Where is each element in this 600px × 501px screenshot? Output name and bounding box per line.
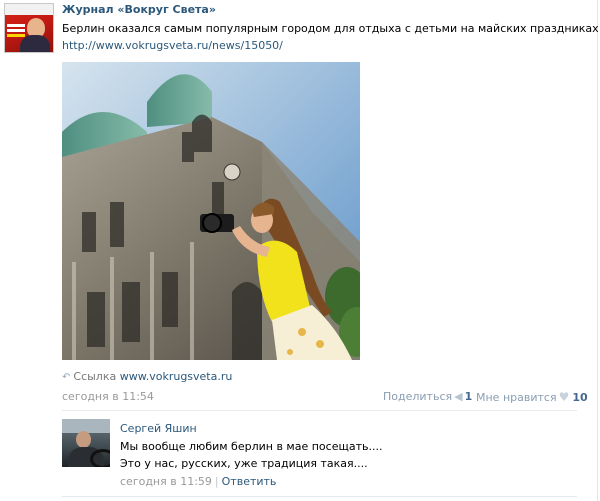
like-button[interactable]: Мне нравится ♥ 10	[476, 390, 588, 404]
like-count: 10	[572, 391, 588, 404]
comment-author-link[interactable]: Сергей Яшин	[120, 422, 197, 435]
commenter-avatar[interactable]	[62, 419, 110, 467]
post-photo[interactable]	[62, 62, 360, 360]
share-label: Поделиться	[383, 390, 453, 403]
comment-divider	[62, 496, 577, 497]
like-label: Мне нравится	[476, 391, 557, 404]
link-arrow-icon: ↶	[62, 372, 71, 383]
comment-timestamp[interactable]: сегодня в 11:59	[120, 475, 212, 488]
heart-icon: ♥	[558, 390, 570, 404]
post-url-link[interactable]: http://www.vokrugsveta.ru/news/15050/	[62, 39, 283, 52]
shared-link-prefix: Ссылка	[73, 370, 117, 383]
berlin-cathedral-photo	[62, 62, 360, 360]
megaphone-icon: ◀	[454, 390, 463, 403]
comment-text-line2: Это у нас, русских, уже традиция такая..…	[120, 457, 368, 470]
group-name-link[interactable]: Журнал «Вокруг Света»	[62, 3, 216, 16]
post-divider	[62, 410, 577, 411]
reply-button[interactable]: Ответить	[222, 475, 277, 488]
share-count: 1	[464, 390, 473, 403]
comment-meta: сегодня в 11:59 | Ответить	[120, 475, 276, 488]
comment-separator: |	[214, 475, 219, 488]
post-text: Берлин оказался самым популярным городом…	[62, 22, 599, 35]
group-avatar[interactable]	[4, 3, 54, 53]
shared-link[interactable]: ↶ Ссылка www.vokrugsveta.ru	[62, 370, 232, 383]
shared-link-domain[interactable]: www.vokrugsveta.ru	[120, 370, 233, 383]
comment-text-line1: Мы вообще любим берлин в мае посещать...…	[120, 440, 383, 453]
post-timestamp[interactable]: сегодня в 11:54	[62, 390, 154, 403]
share-button[interactable]: Поделиться ◀ 1	[383, 390, 472, 403]
